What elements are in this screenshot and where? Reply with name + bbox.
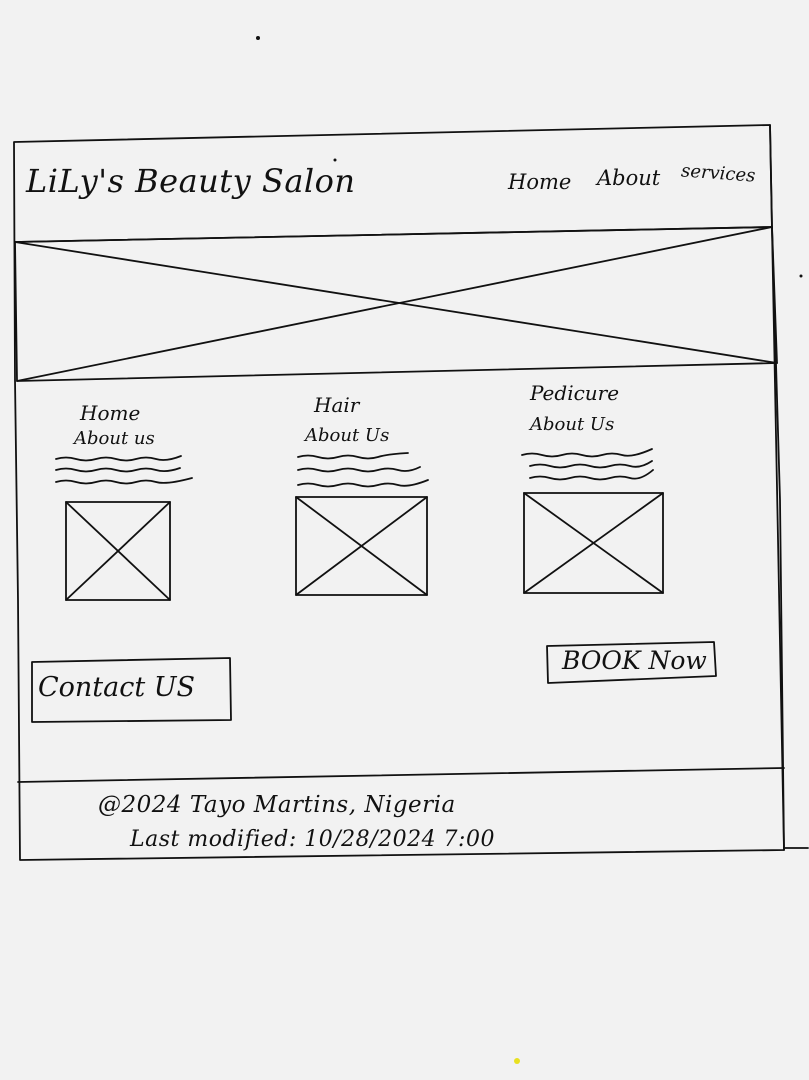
site-logo[interactable]: LiLy's Beauty Salon [26, 165, 356, 197]
book-now-button[interactable]: BOOK Now [562, 648, 707, 673]
contact-us-button[interactable]: Contact US [38, 674, 195, 701]
nav-about-link[interactable]: About [597, 168, 660, 189]
card-1-subtitle: About us [74, 428, 155, 449]
card-2-subtitle: About Us [305, 425, 390, 446]
nav-services-link[interactable]: services [680, 160, 756, 186]
card-3-text-lines [521, 448, 654, 481]
footer-last-modified: Last modified: 10/28/2024 7:00 [130, 827, 495, 852]
card-1-text-lines [55, 455, 193, 485]
footer-copyright: @2024 Tayo Martins, Nigeria [98, 792, 456, 818]
card-3-title: Pedicure [530, 381, 620, 405]
card-2-image-placeholder [295, 496, 428, 596]
card-1-image-placeholder [65, 501, 171, 601]
card-2-title: Hair [314, 393, 360, 417]
card-2-text-lines [297, 452, 429, 488]
card-3-subtitle: About Us [530, 414, 615, 435]
card-3-image-placeholder [523, 492, 664, 594]
card-1-title: Home [80, 401, 141, 425]
nav-home-link[interactable]: Home [508, 172, 571, 193]
footer-divider [17, 767, 785, 783]
